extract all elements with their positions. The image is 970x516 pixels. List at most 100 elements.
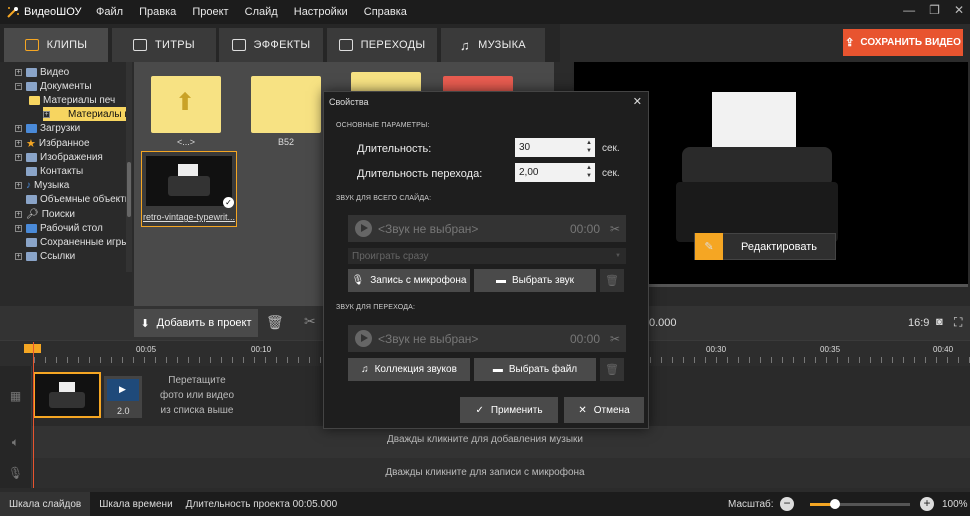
dialog-close-icon[interactable]: ✕ (633, 95, 642, 108)
apply-button[interactable]: ✓ Применить (460, 397, 558, 423)
fullscreen-icon[interactable]: ⛶ (954, 315, 962, 330)
zoom-in-button[interactable]: + (920, 497, 934, 511)
paper-sheet (712, 92, 796, 154)
tree-item-music[interactable]: + ♪ Музыка (15, 178, 69, 192)
save-video-button[interactable]: ⇪ СОХРАНИТЬ ВИДЕО (843, 29, 963, 56)
tree-item-documents[interactable]: − Документы (15, 79, 92, 93)
tree-item-searches[interactable]: + 🔎︎ Поиски (15, 207, 75, 221)
tree-item-3d-objects[interactable]: Объемные объекты (15, 192, 132, 206)
ruler-tick: 00:10 (251, 345, 272, 354)
add-to-project-button[interactable]: ⬇ Добавить в проект (134, 309, 258, 337)
ruler-tick: 00:30 (706, 345, 727, 354)
menu-project[interactable]: Проект (192, 6, 228, 18)
tree-item-materials-2[interactable]: + Материалы г (43, 107, 131, 121)
transition-duration-input[interactable]: 2,00 ▲ ▼ (515, 163, 595, 182)
delete-slide-sound-icon[interactable]: 🗑︎ (600, 269, 624, 292)
file-typewriter-label: retro-vintage-typewrit... (142, 212, 236, 222)
aspect-ratio[interactable]: 16:9 (908, 317, 929, 329)
record-mic-button[interactable]: 🎙︎ Запись с микрофона (348, 269, 470, 292)
spinner-arrows-icon[interactable]: ▲ ▼ (586, 164, 592, 180)
properties-dialog: Свойства ✕ ОСНОВНЫЕ ПАРАМЕТРЫ: Длительно… (323, 91, 649, 429)
sound-collection-button[interactable]: ♫ Коллекция звуков (348, 358, 470, 381)
folder-icon: ▬ (495, 275, 506, 286)
cross-icon: ✕ (578, 404, 587, 416)
slide-thumbnail[interactable] (33, 372, 101, 418)
zoom-out-button[interactable]: − (780, 497, 794, 511)
tree-item-materials-1[interactable]: Материалы печ (29, 93, 115, 107)
menu-slide[interactable]: Слайд (245, 6, 278, 18)
download-icon (26, 123, 37, 133)
folder-icon (26, 67, 37, 77)
folder-b52[interactable] (251, 76, 321, 133)
tree-scrollbar[interactable] (126, 62, 132, 272)
tree-item-desktop[interactable]: + Рабочий стол (15, 221, 103, 235)
tree-item-links[interactable]: + Ссылки (15, 249, 75, 263)
transition-sound-name: <Звук не выбран> (378, 331, 479, 346)
close-icon[interactable]: ✕ (954, 3, 964, 17)
play-icon[interactable] (355, 220, 372, 237)
contacts-icon (26, 166, 37, 176)
folder-icon (54, 109, 65, 119)
zoom-label: Масштаб: (728, 499, 774, 510)
tree-item-saved-games[interactable]: Сохраненные игры (15, 235, 128, 249)
folder-icon (26, 81, 37, 91)
duration-input[interactable]: 30 ▲ ▼ (515, 138, 595, 157)
choose-file-button[interactable]: ▬ Выбрать файл (474, 358, 596, 381)
edit-button[interactable]: ✎ Редактировать (694, 233, 836, 260)
folder-b52-label: B52 (277, 137, 294, 147)
dialog-title: Свойства (329, 97, 369, 107)
transition-duration: 2.0 (117, 406, 130, 416)
check-icon: ✓ (475, 404, 484, 416)
mic-hint: Дважды кликните для записи с микрофона (385, 467, 585, 478)
maximize-icon[interactable]: ❐ (929, 3, 940, 17)
slide-sound-time: 00:00 (569, 221, 600, 236)
minimize-icon[interactable]: — (903, 3, 915, 17)
play-icon[interactable] (355, 330, 372, 347)
choose-sound-button[interactable]: ▬ Выбрать звук (474, 269, 596, 292)
pencil-icon: ✎ (695, 233, 723, 260)
cancel-button[interactable]: ✕ Отмена (564, 397, 644, 423)
time-scale-tab[interactable]: Шкала времени (90, 492, 181, 516)
music-track[interactable]: 🔈︎ Дважды кликните для добавления музыки (0, 426, 970, 458)
zoom-slider[interactable] (810, 499, 910, 509)
slide-sound-name: <Звук не выбран> (378, 221, 479, 236)
menu-settings[interactable]: Настройки (294, 6, 348, 18)
folder-icon (29, 95, 40, 105)
menu-help[interactable]: Справка (364, 6, 407, 18)
arrow-down-icon: ⬇ (140, 317, 150, 330)
scissors-icon[interactable]: ✂ (304, 313, 316, 330)
scissors-icon[interactable]: ✂ (610, 332, 620, 346)
tree-item-downloads[interactable]: + Загрузки (15, 121, 80, 135)
delete-transition-sound-icon[interactable]: 🗑︎ (600, 358, 624, 381)
tab-effects[interactable]: ЭФФЕКТЫ (219, 28, 323, 62)
microphone-icon: 🎙︎ (351, 275, 365, 286)
delete-icon[interactable]: 🗑︎ (266, 314, 284, 331)
tree-item-favorites[interactable]: + ★ Избранное (15, 136, 90, 150)
tab-music[interactable]: ♫ МУЗЫКА (441, 28, 545, 62)
folder-up[interactable]: ⬆ (151, 76, 221, 133)
tab-clips[interactable]: КЛИПЫ (4, 28, 108, 62)
cube-icon (26, 194, 37, 204)
chevron-down-icon: ▼ (615, 253, 621, 259)
slides-scale-tab[interactable]: Шкала слайдов (0, 492, 91, 516)
transition-duration-label: Длительность перехода: (357, 168, 483, 180)
tree-item-images[interactable]: + Изображения (15, 150, 103, 164)
camera-icon[interactable]: ◙ (936, 316, 943, 328)
play-mode-select[interactable]: Проиграть сразу ▼ (348, 248, 626, 264)
tree-item-video[interactable]: + Видео (15, 65, 69, 79)
zoom-slider-handle[interactable] (830, 499, 840, 509)
transition-block[interactable]: ▶ 2.0 (104, 376, 142, 418)
scissors-icon[interactable]: ✂ (610, 222, 620, 236)
mic-track[interactable]: 🎙︎ Дважды кликните для записи с микрофон… (0, 458, 970, 488)
tab-titles[interactable]: ТИТРЫ (112, 28, 216, 62)
menu-file[interactable]: Файл (96, 6, 123, 18)
app-title: ВидеоШОУ (24, 6, 82, 18)
menu-edit[interactable]: Правка (139, 6, 176, 18)
folder-icon: ▬ (492, 364, 503, 375)
playhead-line (33, 342, 34, 488)
tab-transitions[interactable]: ПЕРЕХОДЫ (327, 28, 437, 62)
tree-item-contacts[interactable]: Контакты (15, 164, 83, 178)
zoom-value: 100% (942, 499, 968, 510)
spinner-arrows-icon[interactable]: ▲ ▼ (586, 139, 592, 155)
file-typewriter[interactable]: ✓ retro-vintage-typewrit... (141, 151, 237, 227)
